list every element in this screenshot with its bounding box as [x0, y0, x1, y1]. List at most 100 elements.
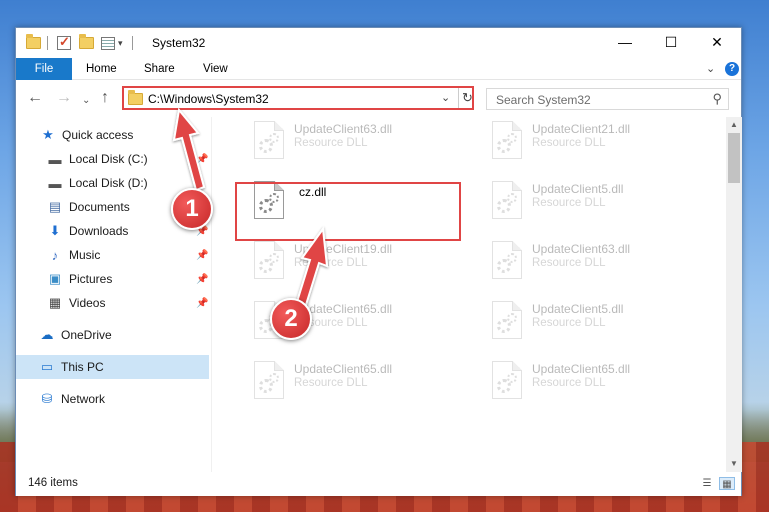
- pin-icon[interactable]: 📌: [196, 250, 208, 261]
- tab-share[interactable]: Share: [144, 58, 175, 80]
- file-name: UpdateClient21.dll: [532, 122, 631, 136]
- address-bar[interactable]: C:\Windows\System32 ⌄ ↻: [122, 86, 474, 110]
- sidebar-item-label: Quick access: [62, 128, 134, 142]
- list-item[interactable]: UpdateClient65.dll Resource DLL: [242, 357, 462, 405]
- item-count: 146 items: [28, 477, 78, 489]
- file-explorer-window: ▾ System32 — ☐ ✕ File Home Share View ⌄ …: [15, 27, 742, 496]
- tab-view[interactable]: View: [203, 58, 228, 80]
- title-separator: [132, 35, 133, 51]
- up-button[interactable]: ↑: [101, 90, 109, 106]
- close-button[interactable]: ✕: [694, 28, 740, 56]
- search-input[interactable]: Search System32 ⚲: [486, 88, 729, 110]
- scrollbar-thumb[interactable]: [728, 133, 740, 183]
- sidebar-item-label: Videos: [69, 296, 106, 310]
- sidebar-item-onedrive[interactable]: ☁ OneDrive: [39, 324, 112, 346]
- file-name: UpdateClient65.dll: [294, 362, 393, 376]
- file-name: UpdateClient65.dll: [532, 362, 631, 376]
- dll-file-icon: [492, 301, 522, 339]
- search-placeholder: Search System32: [496, 93, 591, 107]
- sidebar-item-this-pc[interactable]: ▭ This PC: [39, 356, 104, 378]
- sidebar-item-music[interactable]: ♪ Music: [47, 244, 101, 266]
- star-icon: ★: [42, 127, 54, 142]
- dll-file-icon: [254, 241, 284, 279]
- properties-check-icon[interactable]: [57, 34, 71, 51]
- file-type: Resource DLL: [532, 137, 606, 149]
- list-item[interactable]: UpdateClient5.dll Resource DLL: [480, 297, 700, 345]
- scroll-up-icon[interactable]: ▲: [726, 117, 742, 133]
- sidebar-item-pictures[interactable]: ▣ Pictures: [47, 268, 113, 290]
- sidebar-item-local-disk-c[interactable]: ▬ Local Disk (C:): [47, 148, 148, 170]
- sidebar-item-quick-access[interactable]: ★ Quick access: [40, 124, 133, 146]
- sidebar-item-label: Network: [61, 392, 106, 406]
- list-item[interactable]: UpdateClient65.dll Resource DLL: [480, 357, 700, 405]
- file-type: Resource DLL: [532, 377, 606, 389]
- forward-button[interactable]: →: [56, 90, 72, 106]
- dll-file-icon: [254, 361, 284, 399]
- sidebar-item-label: Pictures: [69, 272, 113, 286]
- list-item[interactable]: UpdateClient19.dll Resource DLL: [242, 237, 462, 285]
- file-name: UpdateClient19.dll: [294, 242, 393, 256]
- help-icon[interactable]: ?: [725, 62, 739, 76]
- quick-access-dropdown-icon[interactable]: ▾: [118, 35, 123, 51]
- list-item[interactable]: UpdateClient63.dll Resource DLL: [480, 237, 700, 285]
- drive-icon: ▬: [48, 175, 62, 191]
- list-item[interactable]: UpdateClient21.dll Resource DLL: [480, 117, 700, 165]
- documents-icon: ▤: [48, 199, 62, 214]
- cz-dll-highlight-box: [235, 182, 461, 241]
- sidebar-item-label: Local Disk (C:): [69, 152, 148, 166]
- sidebar-item-downloads[interactable]: ⬇ Downloads: [47, 220, 129, 242]
- refresh-icon[interactable]: ↻: [458, 88, 474, 108]
- step-2-badge: 2: [270, 298, 312, 340]
- file-name: UpdateClient63.dll: [532, 242, 631, 256]
- dll-file-icon: [254, 121, 284, 159]
- sidebar-item-local-disk-d[interactable]: ▬ Local Disk (D:): [47, 172, 148, 194]
- tab-file[interactable]: File: [16, 58, 72, 80]
- address-folder-icon: [128, 90, 143, 105]
- step-1-badge: 1: [171, 188, 213, 230]
- search-icon[interactable]: ⚲: [712, 91, 722, 107]
- address-path[interactable]: C:\Windows\System32: [148, 92, 269, 106]
- file-list: UpdateClient63.dll Resource DLL UpdateCl…: [212, 117, 726, 472]
- sidebar-item-documents[interactable]: ▤ Documents: [47, 196, 130, 218]
- sidebar-item-network[interactable]: ⛁ Network: [39, 388, 105, 410]
- new-folder-icon[interactable]: [79, 34, 94, 51]
- file-name: UpdateClient5.dll: [532, 182, 624, 196]
- sidebar-item-label: Downloads: [69, 224, 129, 238]
- maximize-button[interactable]: ☐: [648, 28, 694, 56]
- minimize-button[interactable]: —: [602, 28, 648, 56]
- network-icon: ⛁: [41, 391, 53, 406]
- back-button[interactable]: ←: [27, 90, 43, 106]
- videos-icon: ▦: [48, 295, 62, 310]
- drive-icon: ▬: [48, 151, 62, 167]
- pin-icon[interactable]: 📌: [196, 274, 208, 285]
- file-type: Resource DLL: [532, 317, 606, 329]
- scroll-down-icon[interactable]: ▼: [726, 456, 742, 472]
- title-bar: ▾ System32 — ☐ ✕: [16, 28, 741, 58]
- list-item[interactable]: UpdateClient63.dll Resource DLL: [242, 117, 462, 165]
- window-title: System32: [152, 36, 206, 50]
- pin-icon[interactable]: 📌: [196, 154, 208, 165]
- file-type: Resource DLL: [532, 257, 606, 269]
- cloud-icon: ☁: [40, 327, 54, 342]
- dll-file-icon: [492, 241, 522, 279]
- pin-icon[interactable]: 📌: [196, 298, 208, 309]
- address-dropdown-icon[interactable]: ⌄: [441, 91, 450, 104]
- music-icon: ♪: [51, 247, 59, 263]
- large-icons-view-icon[interactable]: ▦: [719, 477, 735, 490]
- details-view-icon[interactable]: ☰: [699, 477, 715, 490]
- file-name: UpdateClient63.dll: [294, 122, 393, 136]
- ribbon-tabs: File Home Share View ⌄ ?: [16, 58, 741, 80]
- list-item[interactable]: UpdateClient5.dll Resource DLL: [480, 177, 700, 225]
- sidebar-item-videos[interactable]: ▦ Videos: [47, 292, 106, 314]
- file-type: Resource DLL: [294, 257, 368, 269]
- expand-ribbon-icon[interactable]: ⌄: [706, 62, 715, 75]
- file-type: Resource DLL: [294, 377, 368, 389]
- file-name: UpdateClient5.dll: [532, 302, 624, 316]
- tab-home[interactable]: Home: [86, 58, 117, 80]
- recent-locations-button[interactable]: ⌄: [82, 93, 90, 109]
- customize-view-icon[interactable]: [101, 35, 115, 51]
- dll-file-icon: [492, 121, 522, 159]
- vertical-scrollbar[interactable]: ▲ ▼: [726, 117, 742, 472]
- navigation-pane: ★ Quick access ▬ Local Disk (C:) 📌 ▬ Loc…: [16, 117, 211, 472]
- download-icon: ⬇: [49, 223, 61, 238]
